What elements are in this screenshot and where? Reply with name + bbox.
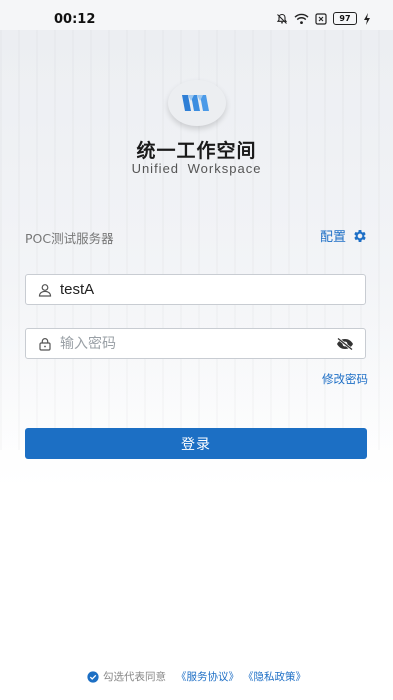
service-agreement-link[interactable]: 《服务协议》 — [176, 669, 239, 684]
workspace-logo-icon — [182, 95, 209, 111]
password-input[interactable] — [60, 329, 336, 358]
battery-icon: 97 — [333, 12, 357, 25]
gear-icon — [354, 229, 366, 242]
sim-icon — [315, 12, 327, 25]
server-row: POC测试服务器 配置 — [25, 226, 368, 246]
status-time: 00:12 — [54, 12, 96, 27]
agreement-checkbox[interactable] — [87, 670, 99, 683]
eye-off-icon[interactable] — [336, 336, 354, 351]
password-field[interactable] — [25, 328, 366, 359]
status-bar: 00:12 97 — [0, 0, 393, 34]
change-password-link[interactable]: 修改密码 — [322, 371, 368, 387]
app-logo — [168, 80, 226, 126]
user-icon — [38, 283, 52, 297]
login-button[interactable]: 登录 — [25, 428, 367, 459]
server-name: POC测试服务器 — [25, 231, 114, 246]
config-button[interactable]: 配置 — [320, 226, 368, 245]
charging-icon — [364, 12, 370, 25]
username-input[interactable] — [60, 275, 365, 304]
lock-icon — [39, 337, 51, 351]
app-title: 统一工作空间 — [136, 140, 257, 162]
bell-off-icon — [276, 13, 288, 24]
config-label: 配置 — [319, 230, 346, 245]
agreement-text: 勾选代表同意 — [103, 671, 166, 683]
status-icons: 97 — [276, 12, 371, 25]
wifi-icon — [294, 13, 309, 24]
app-subtitle: Unified Workspace — [131, 161, 262, 176]
agreement-row: 勾选代表同意 《服务协议》 《隐私政策》 — [0, 669, 393, 684]
username-field[interactable] — [25, 274, 366, 305]
privacy-policy-link[interactable]: 《隐私政策》 — [243, 669, 306, 684]
